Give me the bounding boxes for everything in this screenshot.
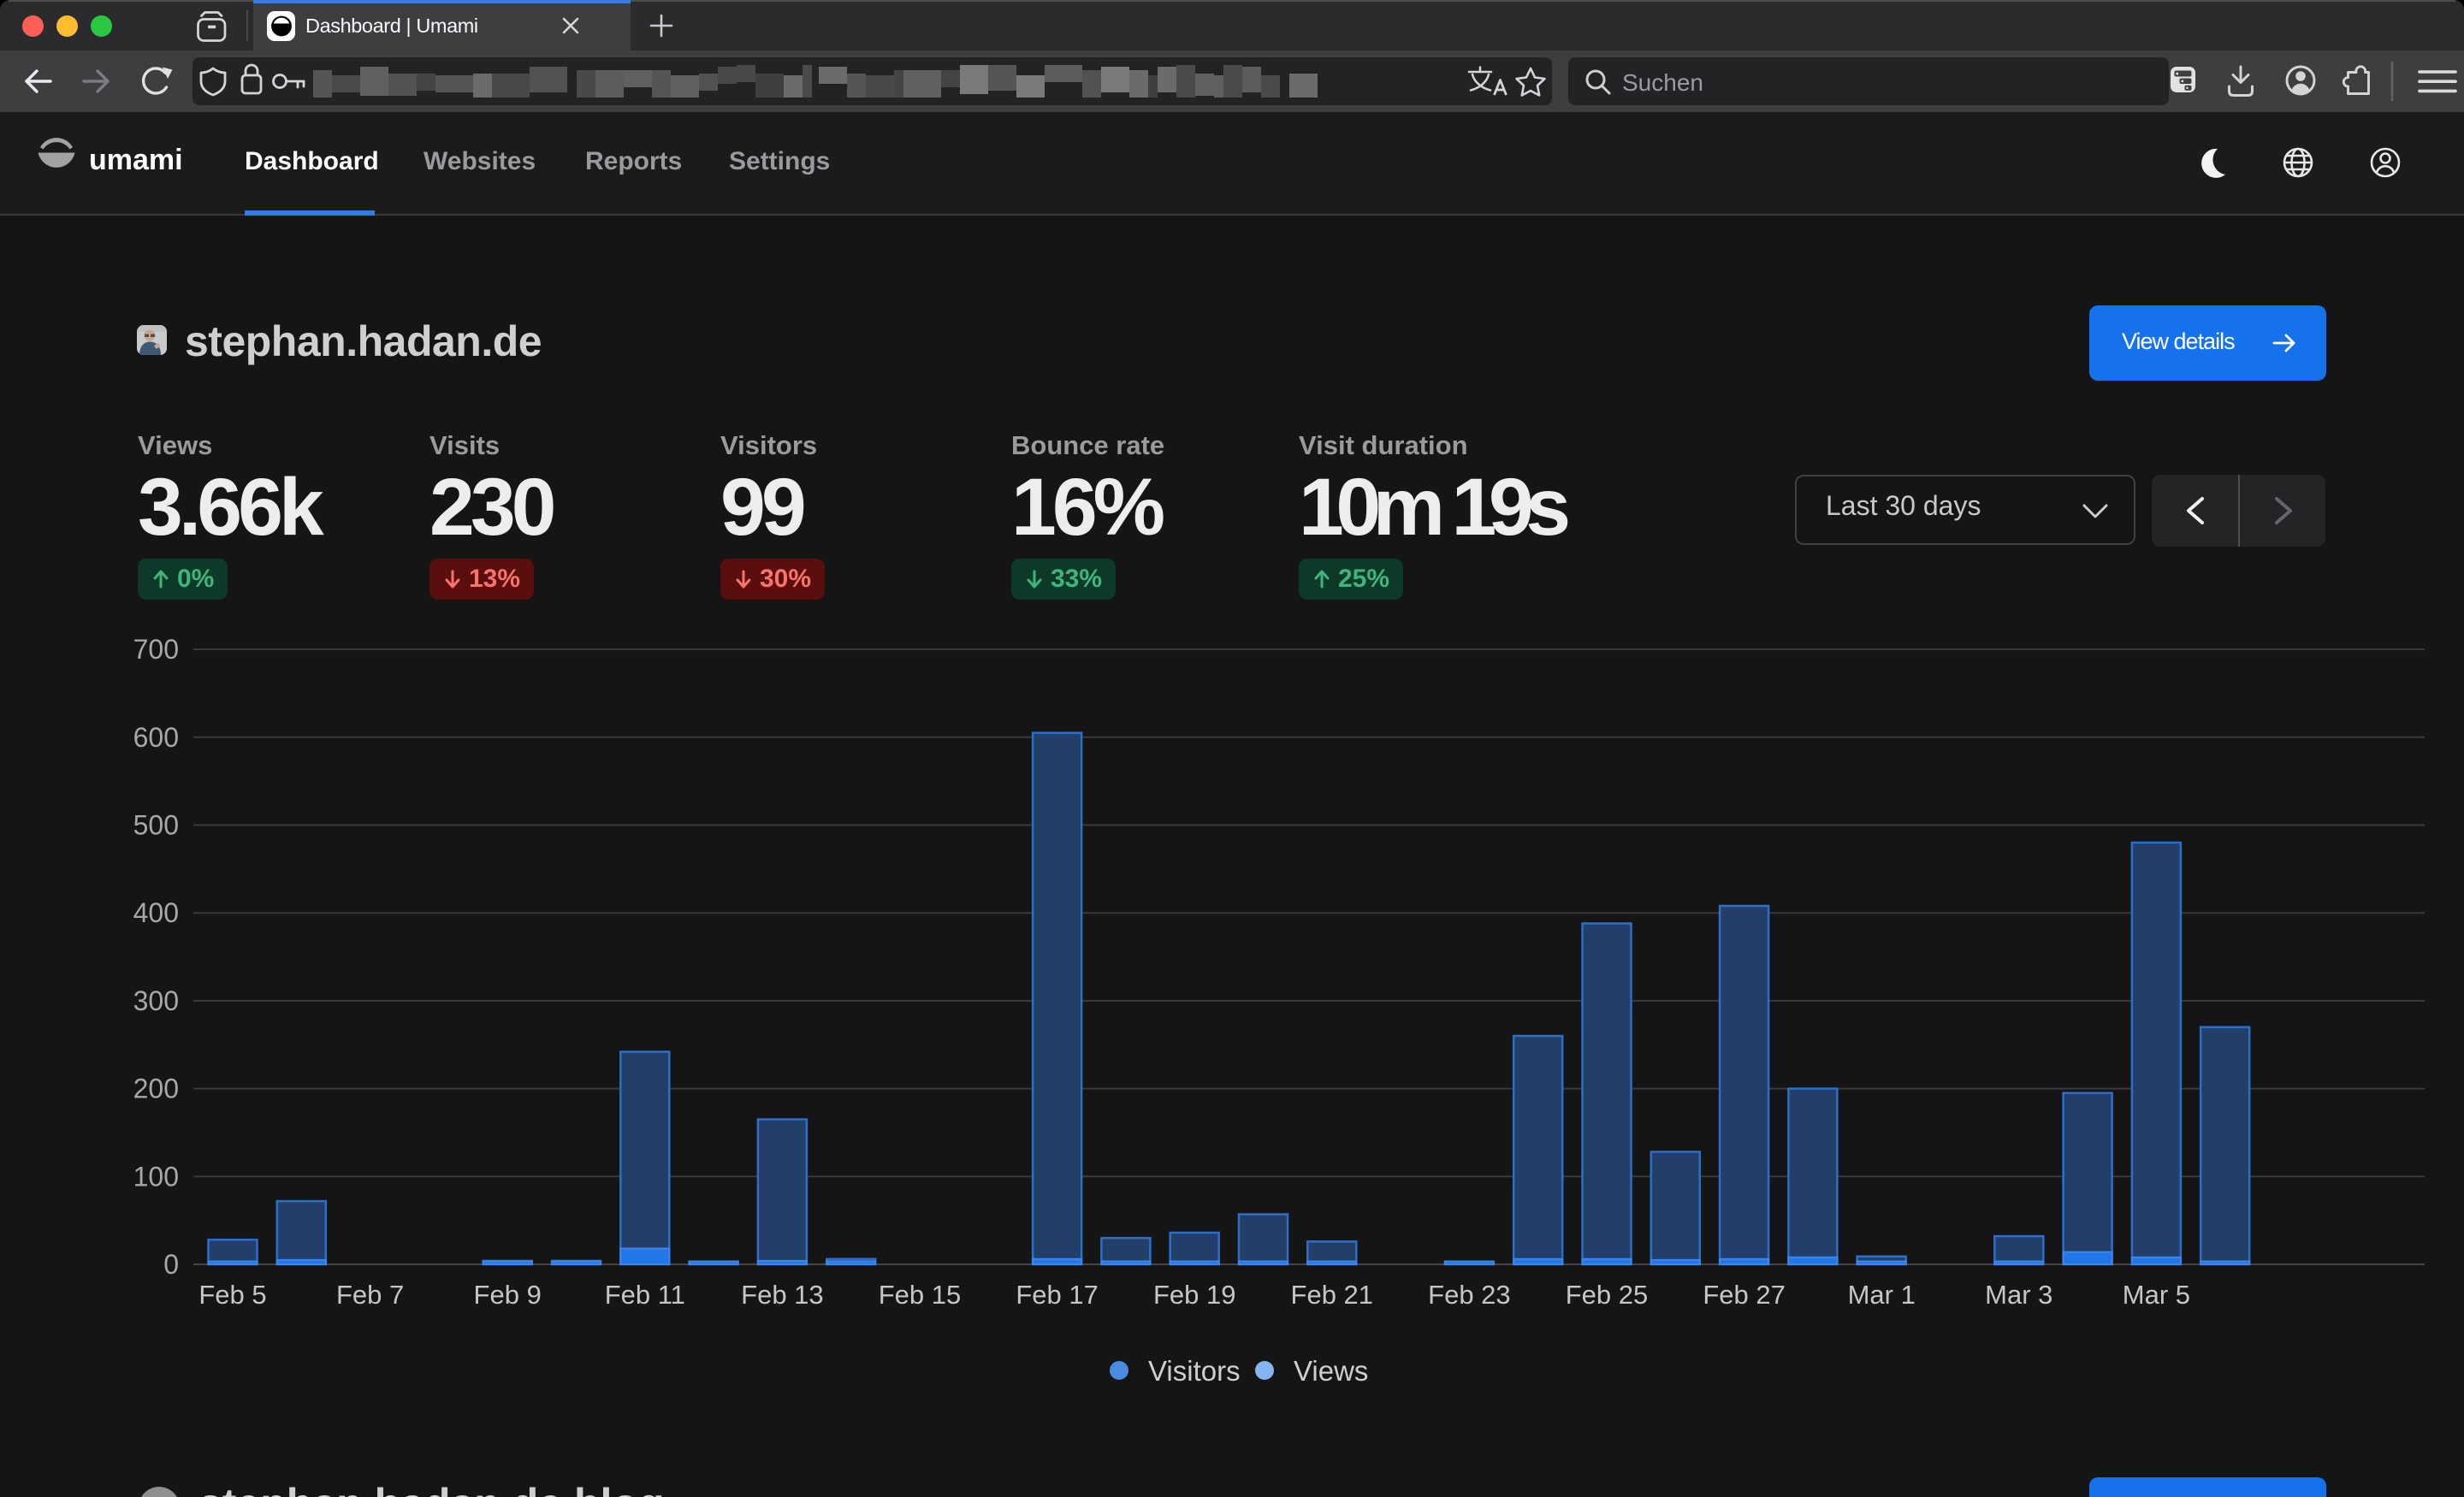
svg-text:Feb 9: Feb 9 <box>474 1280 542 1310</box>
svg-text:Feb 7: Feb 7 <box>336 1280 404 1310</box>
svg-text:Feb 21: Feb 21 <box>1291 1280 1374 1310</box>
svg-text:700: 700 <box>133 634 179 665</box>
svg-text:Feb 23: Feb 23 <box>1428 1280 1511 1310</box>
svg-text:Feb 27: Feb 27 <box>1703 1280 1786 1310</box>
svg-text:Feb 19: Feb 19 <box>1153 1280 1236 1310</box>
svg-text:400: 400 <box>133 897 179 928</box>
svg-text:Feb 17: Feb 17 <box>1016 1280 1099 1310</box>
svg-text:Feb 15: Feb 15 <box>879 1280 962 1310</box>
svg-text:Mar 3: Mar 3 <box>1985 1280 2052 1310</box>
svg-text:Mar 1: Mar 1 <box>1848 1280 1916 1310</box>
svg-text:100: 100 <box>133 1161 179 1192</box>
svg-text:Feb 25: Feb 25 <box>1566 1280 1649 1310</box>
svg-text:Feb 11: Feb 11 <box>605 1280 685 1310</box>
svg-text:Mar 5: Mar 5 <box>2123 1280 2190 1310</box>
svg-text:Views: Views <box>1294 1355 1368 1387</box>
svg-text:Visitors: Visitors <box>1148 1355 1241 1387</box>
svg-text:200: 200 <box>133 1074 179 1104</box>
svg-text:Feb 13: Feb 13 <box>741 1280 824 1310</box>
svg-text:500: 500 <box>133 810 179 841</box>
svg-text:300: 300 <box>133 985 179 1016</box>
svg-text:0: 0 <box>163 1249 179 1280</box>
svg-text:600: 600 <box>133 722 179 753</box>
svg-text:Feb 5: Feb 5 <box>198 1280 266 1310</box>
